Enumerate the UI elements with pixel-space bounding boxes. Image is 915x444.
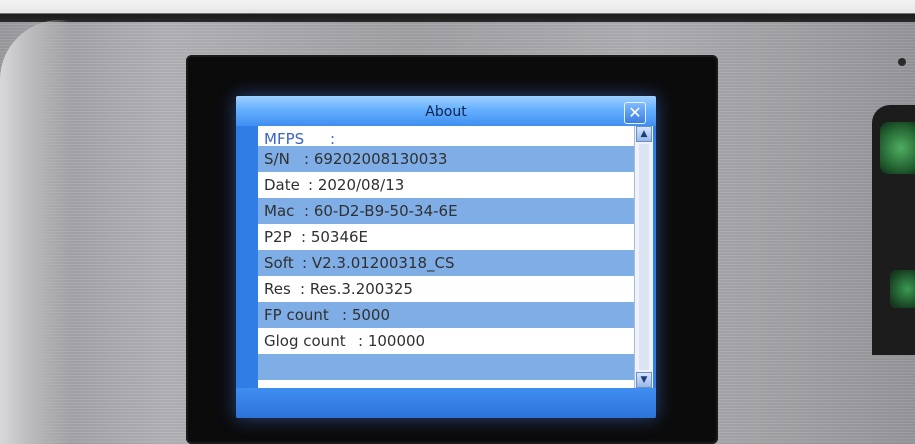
info-value: : 5000 bbox=[342, 306, 390, 324]
vertical-scrollbar[interactable]: ▲ ▼ bbox=[634, 126, 653, 388]
info-value: : Res.3.200325 bbox=[300, 280, 413, 298]
about-info-list[interactable]: MFPS : S/N : 69202008130033 Date : 2020/… bbox=[258, 126, 634, 388]
list-item: Res : Res.3.200325 bbox=[258, 276, 634, 302]
scroll-up-icon[interactable]: ▲ bbox=[636, 126, 652, 142]
info-label: P2P bbox=[264, 228, 292, 246]
list-item-empty bbox=[258, 354, 634, 380]
list-item: Soft : V2.3.01200318_CS bbox=[258, 250, 634, 276]
list-item: Date : 2020/08/13 bbox=[258, 172, 634, 198]
sensor-dot bbox=[898, 58, 906, 66]
info-label: Soft bbox=[264, 254, 294, 272]
info-value: : 60-D2-B9-50-34-6E bbox=[304, 202, 458, 220]
list-item: P2P : 50346E bbox=[258, 224, 634, 250]
scroll-down-icon[interactable]: ▼ bbox=[636, 372, 652, 388]
info-label: FP count bbox=[264, 306, 329, 324]
dialog-titlebar: About ✕ bbox=[236, 96, 656, 126]
info-label: Glog count bbox=[264, 332, 346, 350]
device-top-edge bbox=[0, 0, 915, 22]
status-light-lower bbox=[890, 270, 915, 308]
info-value: : 69202008130033 bbox=[304, 150, 448, 168]
status-light bbox=[880, 122, 915, 174]
info-label: Date bbox=[264, 176, 300, 194]
info-value: : 50346E bbox=[301, 228, 369, 246]
list-item: Mac : 60-D2-B9-50-34-6E bbox=[258, 198, 634, 224]
scroll-track[interactable] bbox=[639, 144, 649, 370]
device-left-curve bbox=[0, 20, 70, 444]
dialog-title: About bbox=[425, 104, 467, 120]
list-item: Glog count : 100000 bbox=[258, 328, 634, 354]
lcd-screen: About ✕ MFPS : S/N : 69202008130033 Date… bbox=[236, 96, 656, 418]
info-value: : 100000 bbox=[358, 332, 426, 350]
info-label: Mac bbox=[264, 202, 295, 220]
close-icon[interactable]: ✕ bbox=[624, 102, 646, 124]
info-label: S/N bbox=[264, 150, 290, 168]
list-item: FP count : 5000 bbox=[258, 302, 634, 328]
info-value: : 2020/08/13 bbox=[308, 176, 405, 194]
dialog-footer bbox=[236, 388, 656, 418]
info-label: Res bbox=[264, 280, 291, 298]
info-value: : V2.3.01200318_CS bbox=[302, 254, 455, 272]
list-item: S/N : 69202008130033 bbox=[258, 146, 634, 172]
